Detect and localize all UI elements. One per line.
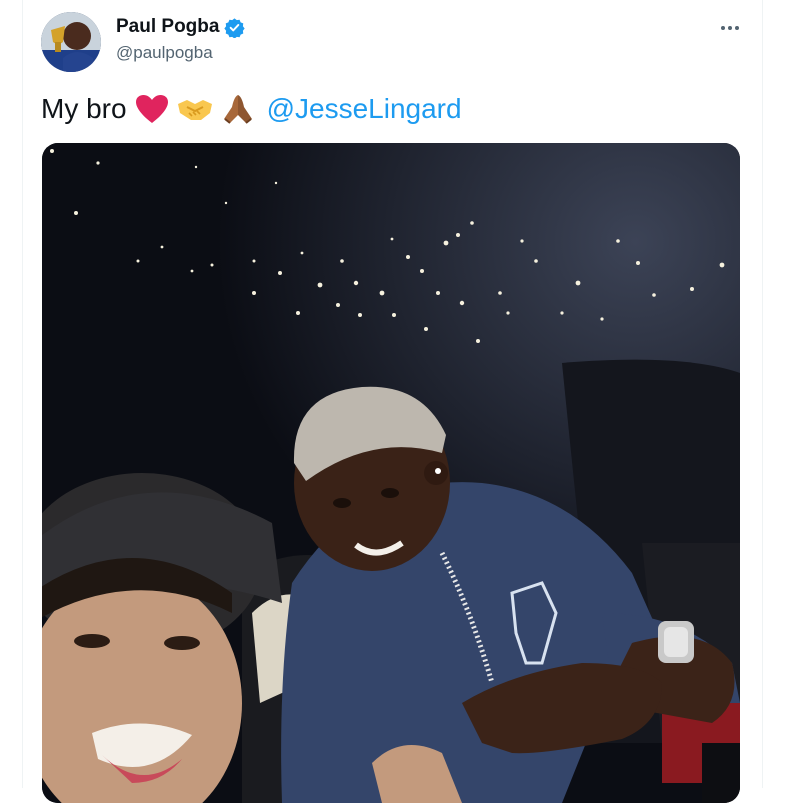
tweet-text-body: My bro [41,93,127,124]
handshake-icon [177,95,213,123]
display-name[interactable]: Paul Pogba [116,16,219,38]
red-heart-icon [135,94,169,124]
tweet-text: My bro @JesseLingard [41,93,462,125]
timeline-border-right [762,0,763,788]
more-options-icon[interactable] [715,18,745,38]
tweet-media-photo[interactable] [42,143,740,803]
mention-link[interactable]: @JesseLingard [267,93,462,125]
folded-hands-icon [221,93,255,125]
photo-image [42,143,740,803]
avatar[interactable] [41,12,101,72]
verified-badge-icon [224,17,246,38]
handle[interactable]: @paulpogba [116,43,213,63]
avatar-image [41,12,101,72]
timeline-border-left [22,0,23,788]
